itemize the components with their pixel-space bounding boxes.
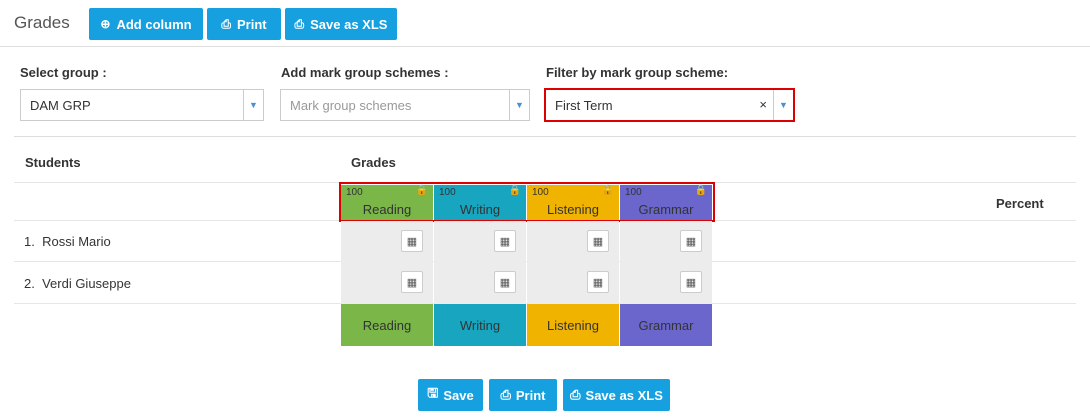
top-bar: Grades ⊕ Add column ⎙ Print ⎙ Save as XL…: [0, 0, 1090, 47]
save-xls-label: Save as XLS: [310, 16, 388, 32]
column-footer-reading: Reading: [341, 304, 433, 346]
columns-highlight: [339, 182, 715, 222]
calendar-icon[interactable]: ▦: [494, 230, 516, 252]
mark-schemes-placeholder: Mark group schemes: [290, 98, 412, 113]
grades-header: Grades: [351, 155, 396, 170]
select-group-label: Select group :: [20, 65, 107, 80]
calendar-icon[interactable]: ▦: [587, 271, 609, 293]
chevron-down-icon[interactable]: ▼: [509, 90, 529, 120]
mark-schemes-dropdown[interactable]: Mark group schemes ▼: [280, 89, 530, 121]
calendar-icon[interactable]: ▦: [494, 271, 516, 293]
printer-icon: ⎙: [500, 387, 511, 402]
student-number: 1.: [24, 234, 35, 249]
print-label: Print: [515, 387, 546, 403]
column-footer-grammar: Grammar: [620, 304, 712, 346]
students-header: Students: [25, 155, 81, 170]
printer-icon: ⎙: [294, 16, 305, 31]
column-footer-listening: Listening: [527, 304, 619, 346]
plus-circle-icon: ⊕: [100, 17, 111, 31]
print-button-bottom[interactable]: ⎙ Print: [489, 379, 557, 411]
select-group-value: DAM GRP: [30, 98, 91, 113]
grade-cell[interactable]: ▦: [341, 262, 433, 304]
grade-cell[interactable]: ▦: [434, 221, 526, 263]
printer-icon: ⎙: [221, 16, 231, 31]
floppy-icon: 🖫: [427, 385, 439, 400]
grade-cell[interactable]: ▦: [527, 221, 619, 263]
filter-scheme-dropdown[interactable]: First Term × ▼: [544, 88, 795, 122]
page-title: Grades: [14, 13, 70, 32]
student-number: 2.: [24, 276, 35, 291]
column-footer-writing: Writing: [434, 304, 526, 346]
mark-schemes-label: Add mark group schemes :: [281, 65, 449, 80]
calendar-icon[interactable]: ▦: [401, 271, 423, 293]
save-xls-label: Save as XLS: [585, 387, 663, 403]
student-name: Rossi Mario: [42, 234, 111, 249]
save-button[interactable]: 🖫 Save: [418, 379, 483, 411]
printer-icon: ⎙: [570, 387, 581, 402]
add-column-label: Add column: [116, 16, 192, 32]
calendar-icon[interactable]: ▦: [680, 271, 702, 293]
chevron-down-icon[interactable]: ▼: [243, 90, 263, 120]
student-name: Verdi Giuseppe: [42, 276, 131, 291]
student-row-2: 2. Verdi Giuseppe: [24, 276, 131, 291]
grade-cell[interactable]: ▦: [620, 221, 712, 263]
grade-cell[interactable]: ▦: [620, 262, 712, 304]
chevron-down-icon[interactable]: ▼: [773, 90, 793, 120]
print-button[interactable]: ⎙ Print: [207, 8, 281, 40]
select-group-dropdown[interactable]: DAM GRP ▼: [20, 89, 264, 121]
grade-cell[interactable]: ▦: [434, 262, 526, 304]
calendar-icon[interactable]: ▦: [680, 230, 702, 252]
student-row-1: 1. Rossi Mario: [24, 234, 111, 249]
clear-icon[interactable]: ×: [759, 97, 767, 112]
calendar-icon[interactable]: ▦: [587, 230, 609, 252]
calendar-icon[interactable]: ▦: [401, 230, 423, 252]
print-label: Print: [236, 16, 267, 32]
filter-scheme-value: First Term: [555, 98, 613, 113]
save-xls-button[interactable]: ⎙ Save as XLS: [285, 8, 397, 40]
add-column-button[interactable]: ⊕ Add column: [89, 8, 203, 40]
grade-cell[interactable]: ▦: [341, 221, 433, 263]
filter-scheme-label: Filter by mark group scheme:: [546, 65, 729, 80]
grade-cell[interactable]: ▦: [527, 262, 619, 304]
save-xls-button-bottom[interactable]: ⎙ Save as XLS: [563, 379, 670, 411]
percent-header: Percent: [996, 196, 1044, 211]
filters-divider: [14, 136, 1076, 137]
save-label: Save: [443, 387, 474, 403]
